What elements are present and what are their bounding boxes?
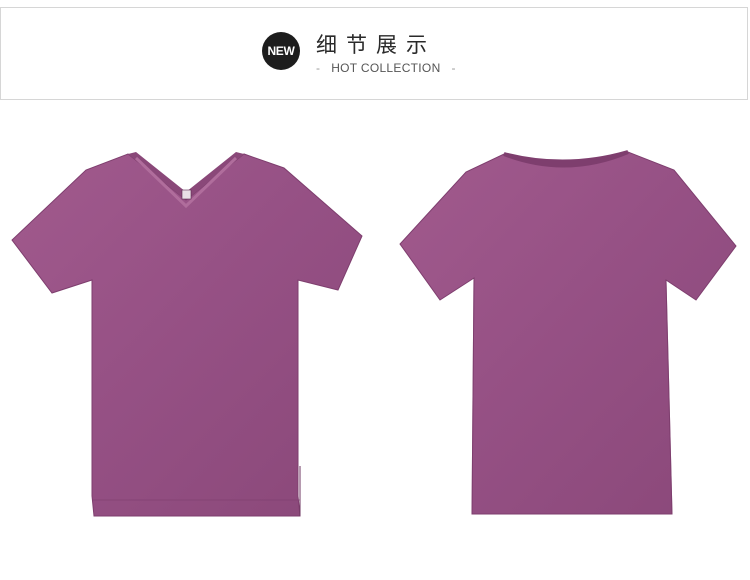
subtitle: - HOT COLLECTION - [316,61,456,75]
tshirt-front-image [11,152,363,517]
front-shirt-body [11,153,363,517]
back-shirt-body [399,151,737,515]
subtitle-dash-right: - [451,61,456,75]
subtitle-dash-left: - [316,61,321,75]
tshirt-back-image [399,150,737,515]
neck-label [181,189,192,200]
page-title: 细节展示 [316,33,436,57]
new-badge: NEW [262,32,300,70]
subtitle-text: HOT COLLECTION [331,61,441,75]
